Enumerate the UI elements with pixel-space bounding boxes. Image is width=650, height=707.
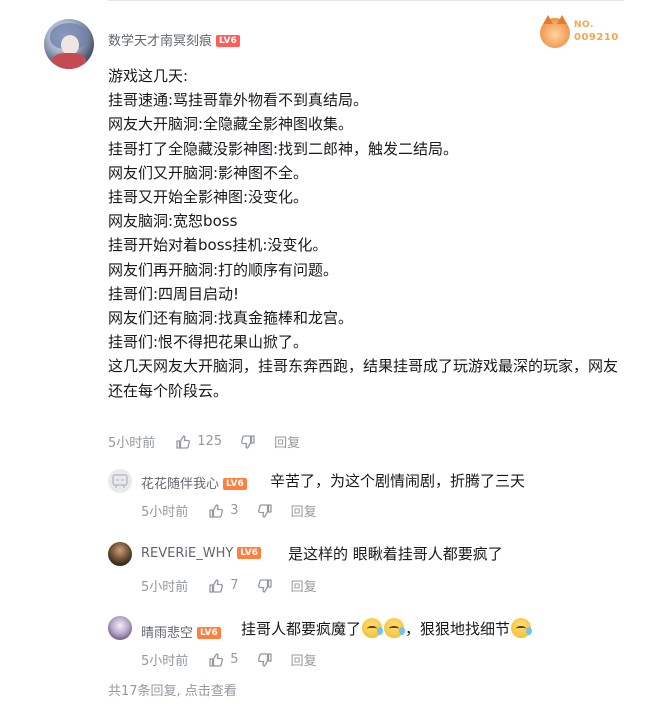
like-count: 5	[230, 652, 239, 667]
like-button[interactable]: 125	[175, 434, 222, 450]
username-text[interactable]: 花花随伴我心	[141, 477, 219, 492]
thumbs-up-icon	[209, 503, 224, 518]
reply-button[interactable]: 回复	[291, 501, 317, 520]
level-badge: LV6	[197, 626, 221, 639]
like-button[interactable]: 3	[208, 503, 239, 519]
level-badge: LV6	[237, 546, 262, 559]
comment-line: 挂哥开始对着boss挂机:没变化。	[108, 236, 328, 255]
badge-number: 009210	[574, 32, 619, 43]
comment-line: 网友们又开脑洞:影神图不全。	[108, 163, 309, 182]
reply-avatar[interactable]	[108, 469, 132, 493]
reply-username[interactable]: 花花随伴我心 LV6	[141, 473, 247, 492]
reply-text: 挂哥人都要疯魔了 ，狠狠地找细节	[241, 618, 533, 639]
level-badge: LV6	[223, 477, 247, 490]
comment-line: 挂哥又开始全影神图:没变化。	[108, 188, 309, 207]
reply-meta: 5小时前 7 回复	[141, 576, 317, 595]
level-badge: LV6	[216, 34, 240, 47]
comment-line: 网友大开脑洞:全隐藏全影神图收集。	[108, 115, 354, 134]
thumbs-down-icon	[241, 434, 255, 449]
username-text[interactable]: 数学天才南冥刻痕	[108, 34, 212, 49]
reply-username[interactable]: 晴雨悲空 LV6	[141, 622, 221, 641]
comment-username[interactable]: 数学天才南冥刻痕 LV6	[108, 30, 240, 49]
comment-line: 网友脑洞:宽恕boss	[108, 212, 238, 231]
comment-line: 挂哥打了全隐藏没影神图:找到二郎神，触发二结局。	[108, 139, 459, 158]
like-count: 7	[230, 578, 239, 593]
cry-laugh-emoji-icon	[384, 618, 406, 638]
badge-label: NO.	[574, 20, 594, 30]
thumbs-down-icon	[257, 578, 272, 593]
username-text[interactable]: REVERiE_WHY	[141, 546, 233, 561]
view-more-replies-link[interactable]: 共17条回复, 点击查看	[108, 680, 237, 699]
reply-username[interactable]: REVERiE_WHY LV6	[141, 546, 262, 561]
reply-text-part: ，狠狠地找细节	[405, 620, 511, 638]
default-avatar-icon	[112, 474, 128, 488]
thumbs-down-icon	[257, 652, 272, 667]
comment-time: 5小时前	[108, 436, 156, 451]
comment-line: 网友们再开脑洞:打的顺序有问题。	[108, 260, 339, 279]
dislike-button[interactable]	[257, 652, 273, 668]
comment-line: 这几天网友大开脑洞，挂哥东奔西跑，结果挂哥成了玩游戏最深的玩家，网友还在每个阶段…	[108, 357, 619, 400]
reply-avatar[interactable]	[108, 542, 132, 566]
like-count: 125	[197, 434, 223, 449]
comment-line: 挂哥们:四周目启动!	[108, 284, 240, 303]
thumbs-up-icon	[209, 652, 224, 667]
fox-icon	[540, 15, 570, 48]
cry-laugh-emoji-icon	[511, 618, 533, 638]
reply-time: 5小时前	[141, 505, 189, 520]
reply-text: 是这样的 眼瞅着挂哥人都要疯了	[288, 545, 503, 563]
reply-avatar[interactable]	[108, 616, 132, 640]
fan-badge: NO. 009210	[540, 15, 622, 48]
comment-line: 网友们还有脑洞:找真金箍棒和龙宫。	[108, 309, 354, 328]
reply-text: 辛苦了，为这个剧情闹剧，折腾了三天	[270, 472, 526, 490]
comment-line: 挂哥速通:骂挂哥靠外物看不到真结局。	[108, 91, 369, 110]
like-button[interactable]: 5	[208, 652, 239, 668]
comment-line: 游戏这几天:	[108, 67, 189, 85]
reply-button[interactable]: 回复	[291, 650, 317, 669]
comment-line: 挂哥们:恨不得把花果山掀了。	[108, 333, 309, 352]
reply-button[interactable]: 回复	[291, 576, 317, 595]
divider	[108, 0, 624, 1]
username-text[interactable]: 晴雨悲空	[141, 626, 193, 641]
dislike-button[interactable]	[257, 578, 273, 594]
thumbs-up-icon	[209, 578, 224, 593]
comment-meta: 5小时前 125 回复	[108, 432, 300, 451]
dislike-button[interactable]	[240, 434, 256, 450]
cry-laugh-emoji-icon	[362, 618, 384, 638]
reply-time: 5小时前	[141, 654, 189, 669]
reply-text-part: 挂哥人都要疯魔了	[241, 620, 362, 638]
user-avatar[interactable]	[44, 19, 94, 69]
like-count: 3	[230, 503, 239, 518]
comment-text: 游戏这几天: 挂哥速通:骂挂哥靠外物看不到真结局。 网友大开脑洞:全隐藏全影神图…	[108, 64, 628, 403]
reply-meta: 5小时前 3 回复	[141, 501, 317, 520]
thumbs-down-icon	[257, 503, 272, 518]
thumbs-up-icon	[176, 434, 191, 449]
like-button[interactable]: 7	[208, 578, 239, 594]
dislike-button[interactable]	[257, 503, 273, 519]
view-more-text[interactable]: 共17条回复, 点击查看	[108, 684, 237, 699]
reply-button[interactable]: 回复	[274, 432, 300, 451]
reply-time: 5小时前	[141, 580, 189, 595]
reply-meta: 5小时前 5 回复	[141, 650, 317, 669]
